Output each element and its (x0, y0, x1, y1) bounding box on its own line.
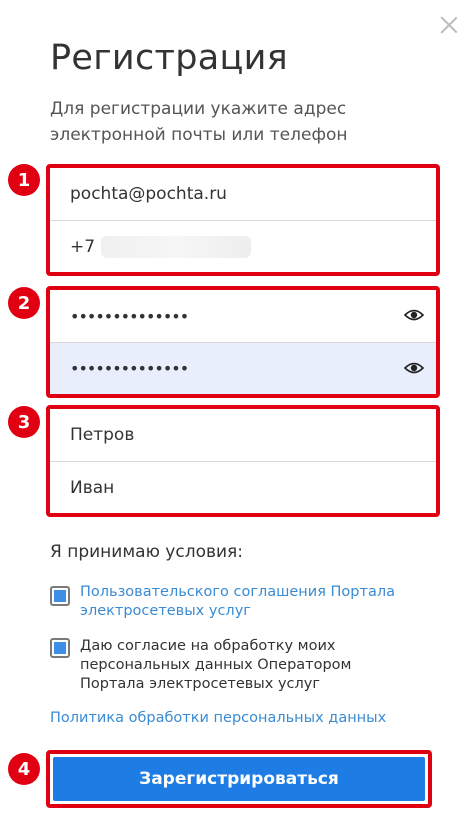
consent-label: Даю согласие на обработку моих персональ… (80, 638, 352, 692)
step-badge-2: 2 (8, 287, 40, 319)
agreement-link[interactable]: Пользовательского соглашения Портала эле… (80, 583, 410, 621)
contact-fields-group: pochta@pochta.ru +7 (46, 164, 440, 276)
name-fields-group: Петров Иван (46, 405, 440, 517)
close-icon[interactable] (438, 14, 460, 36)
register-button[interactable]: Зарегистрироваться (53, 757, 425, 801)
phone-prefix: +7 (70, 236, 96, 257)
step-badge-3: 3 (8, 406, 40, 438)
password-field[interactable]: •••••••••••••• (50, 290, 436, 342)
terms-title: Я принимаю условия: (50, 542, 243, 562)
page-title: Регистрация (50, 38, 288, 78)
last-name-field[interactable]: Петров (50, 409, 436, 461)
phone-number-blurred (101, 235, 252, 258)
password-confirm-value: •••••••••••••• (70, 359, 189, 378)
consent-checkbox[interactable] (50, 638, 70, 658)
password-fields-group: •••••••••••••• •••••••••••••• (46, 286, 440, 398)
step-badge-4: 4 (8, 753, 40, 785)
password-value: •••••••••••••• (70, 306, 189, 326)
step-badge-1: 1 (8, 164, 40, 196)
eye-icon[interactable] (404, 308, 424, 322)
subtitle: Для регистрации укажите адрес электронно… (50, 99, 348, 145)
first-name-field[interactable]: Иван (50, 461, 436, 513)
eye-icon[interactable] (404, 361, 424, 375)
email-field[interactable]: pochta@pochta.ru (50, 168, 436, 220)
privacy-policy-link[interactable]: Политика обработки персональных данных (50, 710, 386, 726)
submit-highlight: Зарегистрироваться (46, 750, 432, 808)
phone-field[interactable]: +7 (50, 220, 436, 272)
password-confirm-field[interactable]: •••••••••••••• (50, 342, 436, 394)
agreement-checkbox[interactable] (50, 586, 70, 606)
